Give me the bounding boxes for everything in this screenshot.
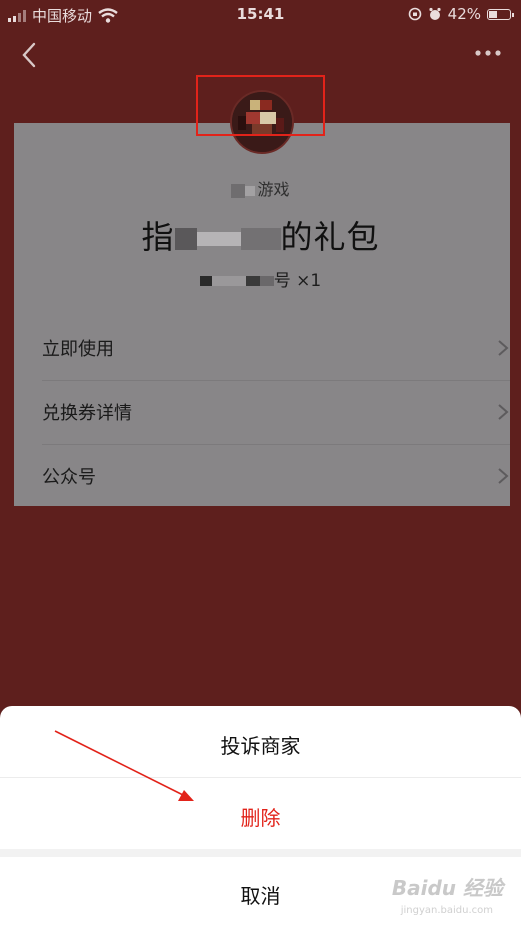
sheet-separator — [0, 849, 521, 857]
delete-button[interactable]: 删除 — [0, 802, 521, 831]
status-bar: 中国移动 15:41 42% — [0, 0, 521, 30]
chevron-right-icon — [498, 468, 509, 484]
chevron-right-icon — [498, 340, 509, 356]
merchant-label: 游戏 — [257, 180, 290, 199]
gift-title-redacted — [174, 228, 197, 250]
menu-item-label: 兑换券详情 — [42, 403, 132, 424]
battery-percent: 42% — [447, 5, 481, 23]
baidu-watermark: Baidu 经验 — [391, 876, 503, 900]
sheet-divider — [0, 777, 521, 778]
gift-subtitle-suffix: 号 ×1 — [273, 271, 322, 291]
orientation-lock-icon — [408, 7, 421, 21]
battery-icon — [487, 8, 514, 20]
status-right: 42% — [408, 5, 514, 23]
baidu-watermark-url: jingyan.baidu.com — [400, 905, 493, 916]
merchant-name: 游戏 — [0, 176, 521, 200]
chevron-left-icon[interactable] — [16, 40, 42, 70]
menu-item-label: 立即使用 — [42, 339, 114, 360]
menu-item-use-now[interactable]: 立即使用 — [42, 316, 510, 381]
gift-title-start: 指 — [141, 218, 175, 256]
merchant-name-redacted — [231, 183, 246, 198]
alarm-icon — [429, 7, 441, 20]
gift-title-redacted — [240, 228, 281, 250]
gift-subtitle-redacted — [211, 276, 246, 286]
gift-title-end: 的礼包 — [280, 218, 380, 256]
gift-title: 指 的礼包 — [0, 212, 521, 258]
gift-subtitle-redacted — [199, 276, 212, 286]
gift-subtitle-redacted — [245, 276, 260, 286]
annotation-highlight-box — [196, 75, 325, 136]
merchant-name-redacted — [245, 185, 256, 196]
menu-item-label: 公众号 — [42, 467, 96, 488]
chevron-right-icon — [498, 404, 509, 420]
gift-title-redacted — [196, 232, 241, 246]
gift-subtitle: 号 ×1 — [0, 266, 521, 291]
report-merchant-button[interactable]: 投诉商家 — [0, 730, 521, 759]
menu-item-official-account[interactable]: 公众号 — [42, 444, 510, 508]
more-icon[interactable] — [473, 46, 503, 60]
menu-item-coupon-details[interactable]: 兑换券详情 — [42, 380, 510, 445]
gift-subtitle-redacted — [259, 276, 274, 286]
battery-fill — [489, 10, 497, 18]
